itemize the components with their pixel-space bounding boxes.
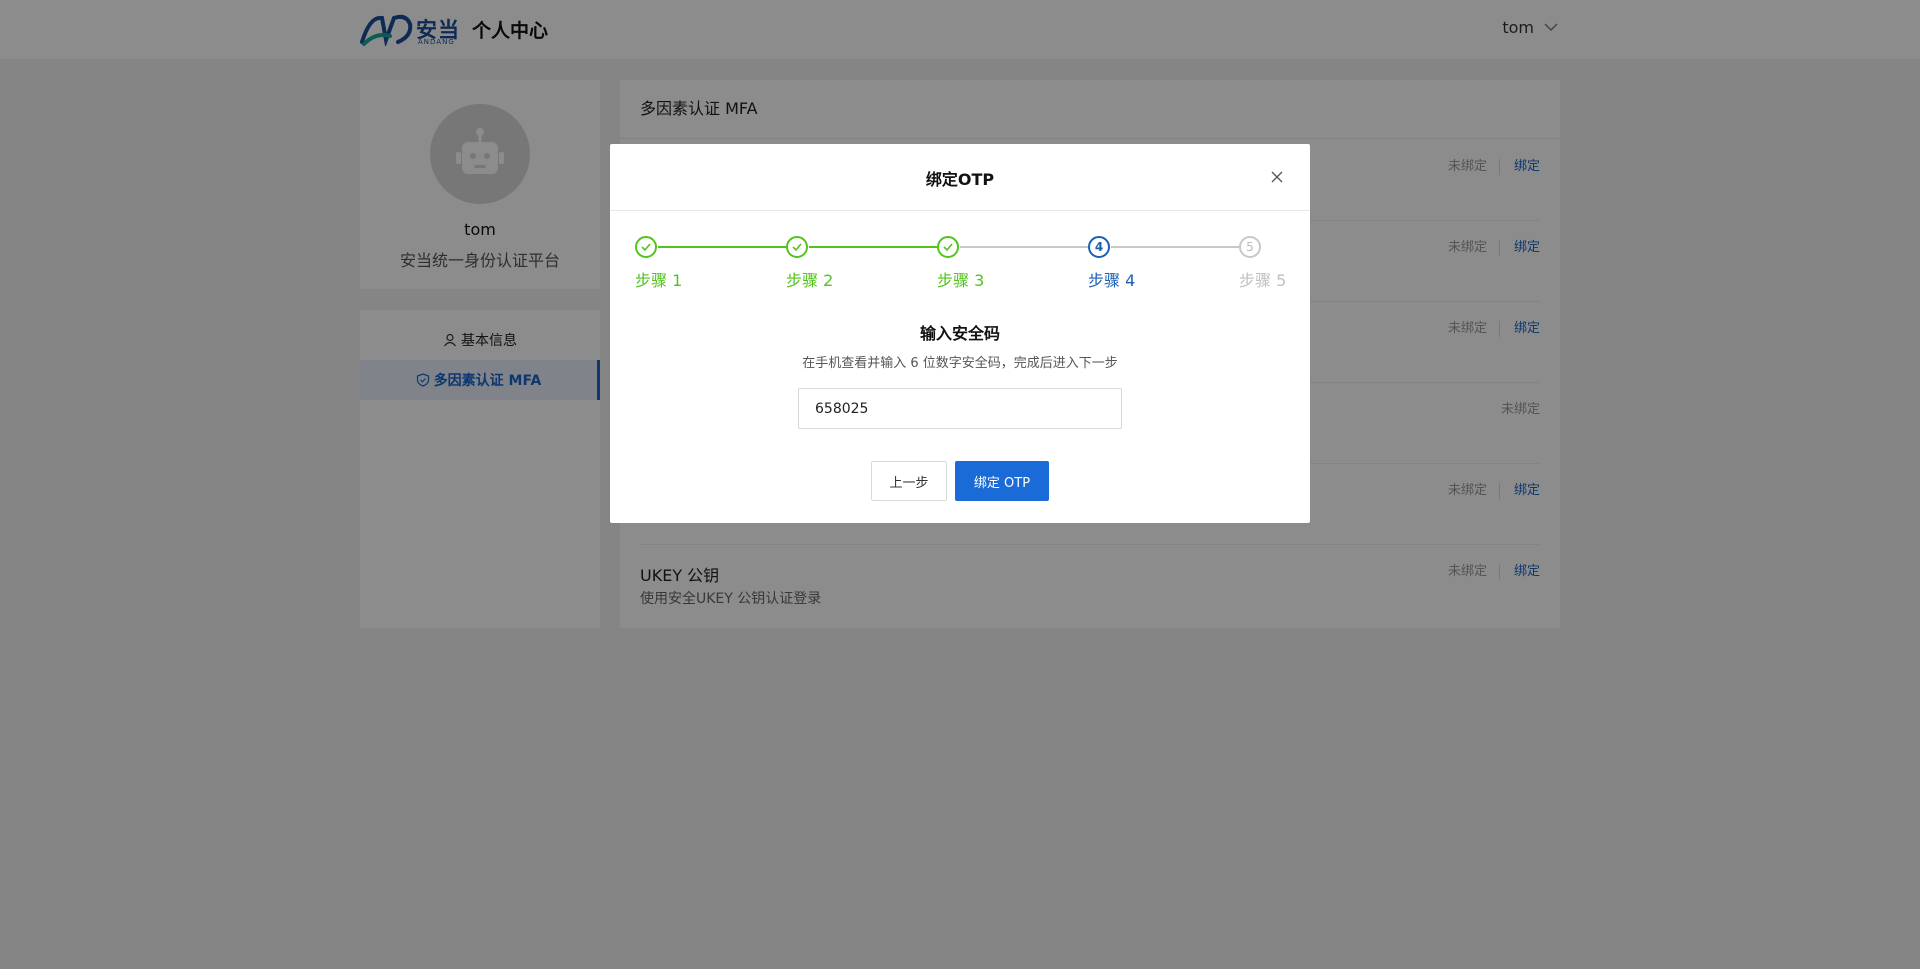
- step-number: 5: [1239, 236, 1261, 258]
- check-icon: [786, 236, 808, 258]
- step-number: 4: [1088, 236, 1110, 258]
- step-connector: [1111, 246, 1239, 248]
- step-label: 步骤 3: [937, 271, 985, 290]
- check-icon: [937, 236, 959, 258]
- modal-header: 绑定OTP: [610, 144, 1310, 211]
- bind-otp-modal: 绑定OTP 4 5 步骤 1 步骤 2 步骤 3 步骤 4 步骤 5 输入安全码…: [610, 144, 1310, 523]
- check-icon: [635, 236, 657, 258]
- bind-otp-button[interactable]: 绑定 OTP: [955, 461, 1049, 501]
- step-label: 步骤 1: [635, 271, 683, 290]
- security-code-input[interactable]: [798, 388, 1122, 429]
- prev-step-button[interactable]: 上一步: [871, 461, 947, 501]
- step-label: 步骤 5: [1239, 271, 1287, 290]
- step-label: 步骤 4: [1088, 271, 1136, 290]
- step-connector: [658, 246, 786, 248]
- modal-title: 绑定OTP: [925, 170, 995, 189]
- step-content-title: 输入安全码: [919, 324, 1000, 343]
- step-label: 步骤 2: [786, 271, 834, 290]
- step-connector: [960, 246, 1088, 248]
- step-connector: [809, 246, 937, 248]
- step-content-desc: 在手机查看并输入 6 位数字安全码，完成后进入下一步: [802, 356, 1118, 371]
- close-icon[interactable]: [1270, 170, 1284, 184]
- stepper: 4 5 步骤 1 步骤 2 步骤 3 步骤 4 步骤 5: [635, 236, 1286, 290]
